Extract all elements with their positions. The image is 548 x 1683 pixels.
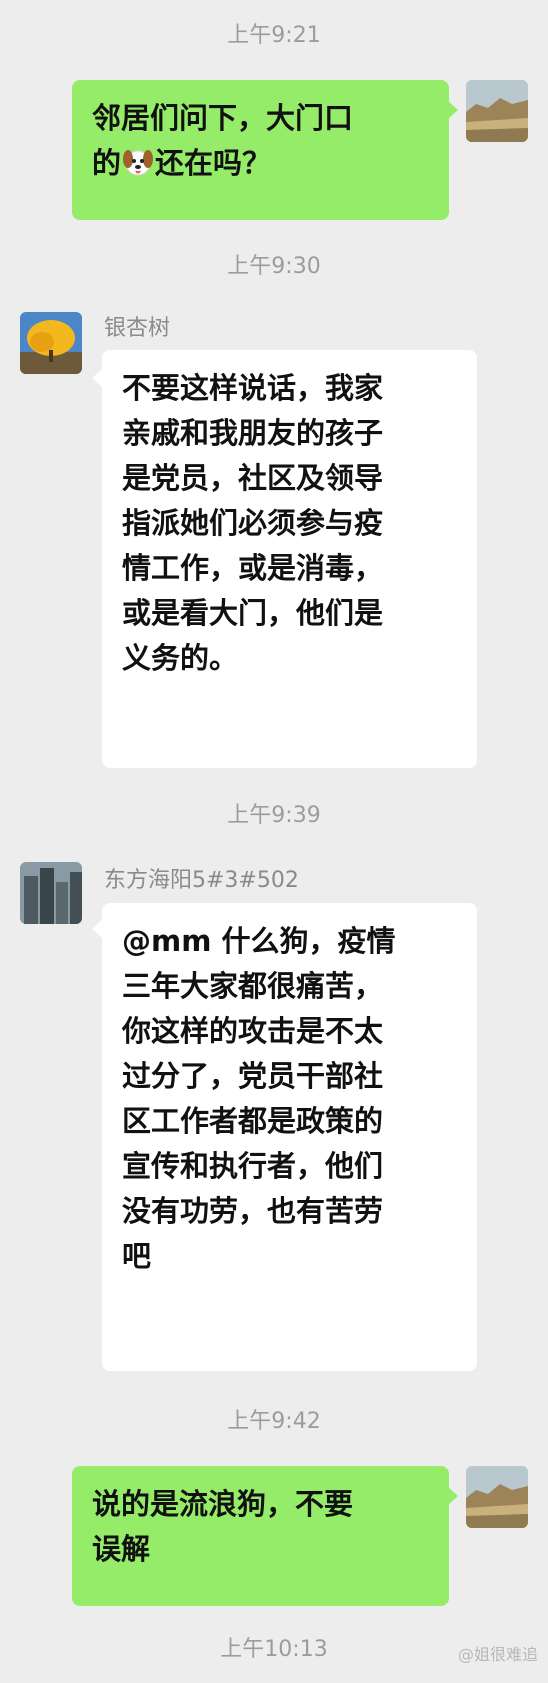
message-text-line: 或是看大门，他们是 xyxy=(122,596,384,630)
message-text: 还在吗？ xyxy=(155,146,272,180)
message-text-line: 是党员，社区及领导 xyxy=(122,461,384,495)
message-text-line: 不要这样说话，我家 xyxy=(122,371,384,405)
message-bubble-incoming[interactable]: @mm 什么狗，疫情 三年大家都很痛苦， 你这样的攻击是不太 过分了，党员干部社… xyxy=(102,903,477,1371)
ginkgo-tree-icon xyxy=(20,312,82,374)
watermark: @姐很难追 xyxy=(457,1645,538,1664)
timestamp: 上午9:39 xyxy=(227,803,321,828)
message-text-line: 吧 xyxy=(122,1239,152,1273)
timestamp: 上午9:30 xyxy=(227,254,321,279)
timestamp: 上午9:21 xyxy=(227,23,321,48)
message-text-line: 义务的。 xyxy=(122,641,239,675)
city-buildings-icon xyxy=(20,862,82,924)
message-text: 的 xyxy=(92,146,122,180)
desert-landscape-icon xyxy=(466,1466,528,1528)
message-text-line: 指派她们必须参与疫 xyxy=(122,506,384,540)
message-text-line: 宣传和执行者，他们 xyxy=(122,1149,384,1183)
bubble-tail xyxy=(92,920,102,938)
message-text-line: 没有功劳，也有苦劳 xyxy=(122,1194,384,1228)
self-avatar[interactable] xyxy=(466,80,528,142)
dog-face-icon xyxy=(123,150,154,176)
message-bubble-outgoing[interactable]: 邻居们问下，大门口 的 还在吗？ xyxy=(72,80,449,220)
desert-landscape-icon xyxy=(466,80,528,142)
bubble-tail xyxy=(92,369,102,387)
message-text-line: 误解 xyxy=(92,1532,151,1566)
building-avatar[interactable] xyxy=(20,862,82,924)
sender-name: 东方海阳5#3#502 xyxy=(104,868,299,893)
message-text-line: 说的是流浪狗，不要 xyxy=(92,1487,354,1521)
ginkgo-tree-avatar[interactable] xyxy=(20,312,82,374)
message-text-line: 区工作者都是政策的 xyxy=(122,1104,384,1138)
message-text-line: 过分了，党员干部社 xyxy=(122,1059,384,1093)
bubble-tail xyxy=(448,101,458,119)
sender-name: 银杏树 xyxy=(104,316,171,341)
timestamp: 上午9:42 xyxy=(227,1409,321,1434)
message-text-line: 亲戚和我朋友的孩子 xyxy=(122,416,384,450)
message-text-line: @mm 什么狗，疫情 xyxy=(122,924,396,958)
message-text-line: 三年大家都很痛苦， xyxy=(122,969,384,1003)
self-avatar[interactable] xyxy=(466,1466,528,1528)
message-text: 邻居们问下，大门口 xyxy=(92,101,354,135)
message-bubble-incoming[interactable]: 不要这样说话，我家 亲戚和我朋友的孩子 是党员，社区及领导 指派她们必须参与疫 … xyxy=(102,350,477,768)
bubble-tail xyxy=(448,1487,458,1505)
message-text-line: 你这样的攻击是不太 xyxy=(122,1014,384,1048)
message-text-line: 情工作，或是消毒， xyxy=(122,551,384,585)
message-bubble-outgoing[interactable]: 说的是流浪狗，不要 误解 xyxy=(72,1466,449,1606)
